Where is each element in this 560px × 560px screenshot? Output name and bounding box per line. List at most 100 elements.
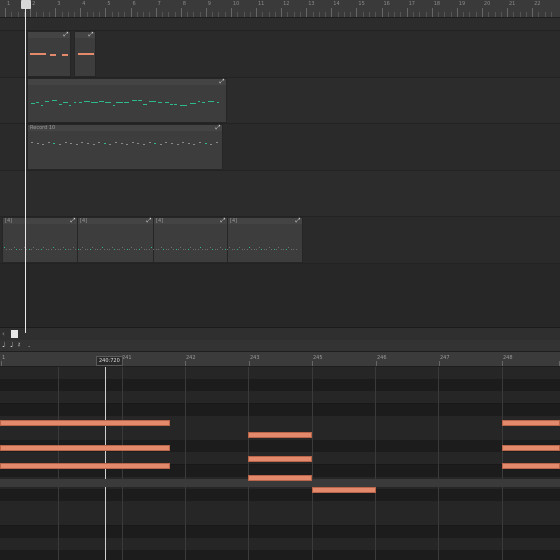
clip-note — [170, 104, 173, 105]
waveform-sample — [207, 249, 209, 250]
piano-roll[interactable] — [0, 367, 560, 560]
ruler-subtick — [519, 12, 521, 17]
waveform-sample — [11, 249, 13, 250]
midi-clip[interactable]: ⤢ — [27, 78, 227, 123]
ruler-subtick — [343, 12, 345, 17]
scroll-thumb[interactable] — [11, 330, 18, 338]
clip-menu-icon[interactable]: ⤢ — [295, 218, 301, 224]
audio-clip[interactable]: [4] ⤢ — [153, 217, 228, 263]
record-clip[interactable]: Record 10 ⤢ — [27, 124, 223, 170]
editor-ruler-tick — [185, 361, 186, 366]
waveform-sample — [290, 249, 292, 250]
piano-roll-note[interactable] — [248, 456, 312, 462]
timeline-ruler[interactable]: 1 2 3 4 5 6 7 8 9 10 11 12 13 14 15 16 17 18 19 20 21 22 — [0, 0, 560, 18]
dot-tool-icon[interactable]: . — [28, 341, 30, 349]
piano-roll-row — [0, 513, 560, 527]
waveform-sample — [16, 249, 18, 250]
clip-note — [148, 142, 151, 143]
piano-roll-note[interactable] — [248, 432, 312, 438]
waveform-sample — [197, 249, 199, 250]
track-lane-1 — [0, 18, 560, 31]
ruler-subtick — [337, 12, 339, 17]
piano-roll-note[interactable] — [0, 463, 170, 469]
waveform-sample — [70, 249, 72, 250]
ruler-subtick — [161, 12, 163, 17]
clip-menu-icon[interactable]: ⤢ — [220, 218, 226, 224]
ruler-subtick — [444, 12, 446, 17]
clip-note — [31, 142, 33, 143]
clip-note — [165, 102, 169, 103]
midi-clip[interactable]: ⤢ — [74, 31, 96, 77]
waveform-sample — [204, 249, 206, 250]
piano-roll-note[interactable] — [502, 463, 560, 469]
waveform-sample — [79, 249, 81, 250]
ruler-subtick — [369, 12, 370, 17]
piano-roll-row — [0, 501, 560, 515]
clip-note — [124, 102, 129, 103]
editor-toolbar: ♩ ♩ 𝄽 . — [0, 340, 560, 352]
waveform-sample — [4, 247, 5, 248]
waveform-sample — [202, 249, 204, 250]
midi-clip[interactable]: ⤢ — [27, 31, 71, 77]
collapse-icon[interactable]: ‹ — [2, 330, 5, 338]
waveform-sample — [111, 247, 113, 248]
ruler-subtick — [387, 12, 389, 17]
waveform-sample — [43, 247, 45, 248]
clip-note — [81, 142, 84, 143]
audio-clip[interactable]: [4] ⤢ — [77, 217, 154, 263]
ruler-tick — [55, 8, 57, 17]
clip-note — [42, 144, 45, 145]
waveform-sample — [283, 249, 285, 250]
waveform-sample — [158, 249, 160, 250]
piano-roll-row — [0, 379, 560, 393]
playhead-marker-icon[interactable] — [21, 0, 31, 9]
piano-roll-note[interactable] — [502, 445, 560, 451]
clip-note — [138, 100, 142, 101]
audio-clip[interactable]: [4] ⤢ — [2, 217, 78, 263]
waveform-sample — [102, 247, 103, 248]
ruler-subtick — [218, 12, 220, 17]
clip-menu-icon[interactable]: ⤢ — [63, 32, 69, 38]
clip-note — [59, 144, 61, 145]
clip-note — [154, 143, 157, 144]
clip-note — [217, 102, 219, 103]
editor-ruler-tick — [249, 361, 250, 366]
piano-roll-note[interactable] — [0, 445, 170, 451]
rest-tool-icon[interactable]: 𝄽 — [18, 341, 20, 350]
clip-note — [210, 144, 213, 145]
waveform-sample — [263, 249, 265, 250]
piano-roll-note[interactable] — [248, 475, 312, 481]
waveform-sample — [177, 249, 179, 250]
note-tool-icon[interactable]: ♩ — [10, 341, 13, 349]
clip-note — [79, 102, 82, 103]
waveform-sample — [155, 249, 157, 250]
ruler-subtick — [463, 12, 465, 17]
waveform-sample — [175, 249, 177, 250]
waveform-sample — [82, 247, 84, 248]
ruler-subtick — [99, 12, 101, 17]
note-tool-icon[interactable]: ♩ — [2, 341, 5, 349]
waveform-sample — [266, 249, 268, 250]
piano-roll-note[interactable] — [312, 487, 376, 493]
clip-menu-icon[interactable]: ⤢ — [88, 32, 94, 38]
audio-clip[interactable]: [4] ⤢ — [227, 217, 303, 263]
horizontal-scrollbar[interactable]: ‹ — [0, 327, 560, 341]
piano-roll-note[interactable] — [0, 420, 170, 426]
clip-note — [187, 143, 190, 144]
clip-note — [109, 144, 112, 145]
waveform-sample — [126, 249, 128, 250]
clip-menu-icon[interactable]: ⤢ — [146, 218, 152, 224]
waveform-sample — [77, 249, 79, 250]
ruler-subtick — [42, 12, 44, 17]
ruler-subtick — [17, 12, 19, 17]
clip-note — [91, 102, 98, 103]
piano-roll-note[interactable] — [502, 420, 560, 426]
editor-ruler[interactable]: 1241242243245246247248249 — [0, 352, 560, 367]
ruler-subtick — [450, 12, 452, 17]
ruler-subtick — [494, 12, 496, 17]
waveform-sample — [92, 247, 94, 248]
clip-menu-icon[interactable]: ⤢ — [70, 218, 76, 224]
waveform-sample — [295, 249, 297, 250]
waveform-sample — [136, 249, 138, 250]
waveform-sample — [234, 249, 236, 250]
